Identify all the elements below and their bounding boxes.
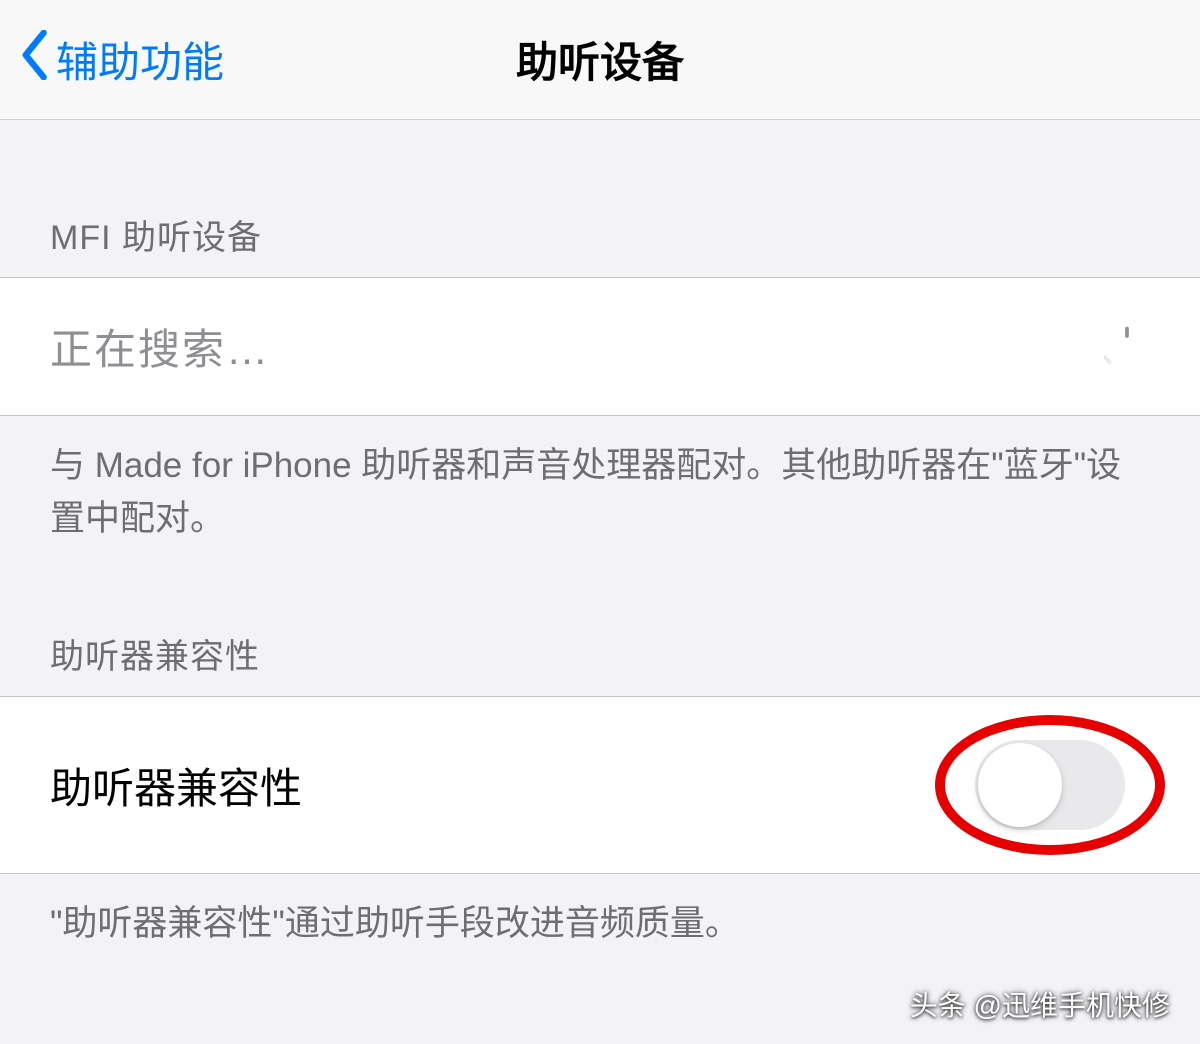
toggle-wrapper xyxy=(950,725,1150,845)
compat-section-footer: "助听器兼容性"通过助听手段改进音频质量。 xyxy=(0,874,1200,975)
mfi-section: MFI 助听设备 正在搜索… 与 Made for iPhone 助听器和声音处… xyxy=(0,210,1200,569)
watermark-text: 头条 @迅维手机快修 xyxy=(910,984,1170,1024)
compat-section-header: 助听器兼容性 xyxy=(0,629,1200,696)
compat-toggle[interactable] xyxy=(975,740,1125,830)
spinner-icon xyxy=(1104,324,1150,370)
compat-cell: 助听器兼容性 xyxy=(0,696,1200,874)
mfi-section-header: MFI 助听设备 xyxy=(0,210,1200,277)
back-button[interactable]: 辅助功能 xyxy=(20,29,224,90)
compatibility-section: 助听器兼容性 助听器兼容性 "助听器兼容性"通过助听手段改进音频质量。 xyxy=(0,629,1200,975)
searching-label: 正在搜索… xyxy=(50,316,270,377)
back-label: 辅助功能 xyxy=(56,29,224,90)
compat-row-label: 助听器兼容性 xyxy=(50,755,302,816)
searching-cell: 正在搜索… xyxy=(0,277,1200,416)
mfi-section-footer: 与 Made for iPhone 助听器和声音处理器配对。其他助听器在"蓝牙"… xyxy=(0,416,1200,569)
chevron-left-icon xyxy=(20,30,48,90)
navigation-bar: 辅助功能 助听设备 xyxy=(0,0,1200,120)
toggle-knob xyxy=(978,743,1062,827)
